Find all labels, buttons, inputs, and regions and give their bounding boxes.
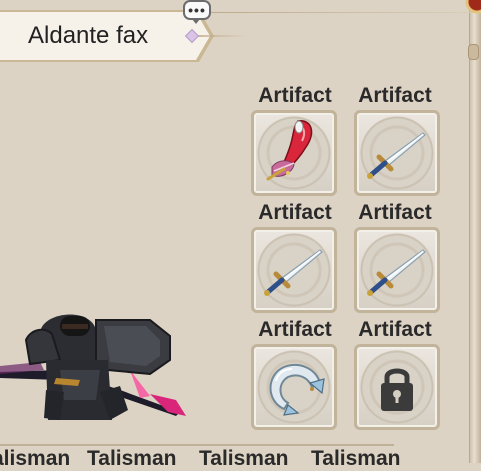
panel-right-frame (469, 0, 481, 463)
artifact-slot-3[interactable] (251, 227, 337, 313)
artifact-slot-2[interactable] (354, 110, 440, 196)
lock-icon (381, 368, 413, 411)
slot-label-6: Artifact (358, 318, 432, 341)
corner-ornament-icon (441, 0, 481, 22)
speech-bubble-icon: ••• (188, 2, 206, 18)
sword-icon (367, 249, 426, 296)
hero-character-model (0, 314, 186, 420)
slot-label-3: Artifact (258, 201, 332, 224)
artifact-slot-4[interactable] (354, 227, 440, 313)
slot-label-4: Artifact (358, 201, 432, 224)
artifact-slot-6-locked[interactable] (354, 344, 440, 430)
chat-button[interactable]: ••• (183, 0, 211, 24)
tab-talisman-3[interactable]: Talisman (199, 447, 288, 471)
silver-ring-icon (269, 364, 325, 416)
artifact-slot-1[interactable] (251, 110, 337, 196)
tab-talisman-2[interactable]: Talisman (87, 447, 176, 471)
tab-bar-divider (0, 444, 394, 446)
tab-talisman-4[interactable]: Talisman (311, 447, 400, 471)
sword-icon (264, 249, 323, 296)
player-name: Aldante fax (28, 22, 149, 49)
tab-talisman-1[interactable]: alisman (0, 447, 70, 471)
sword-icon (367, 132, 426, 179)
side-knob-icon (468, 44, 479, 60)
slot-label-1: Artifact (258, 84, 332, 107)
slot-label-5: Artifact (258, 318, 332, 341)
slot-label-2: Artifact (358, 84, 432, 107)
artifact-slot-5[interactable] (251, 344, 337, 430)
red-feather-quill-icon (266, 120, 313, 181)
top-divider (200, 12, 470, 13)
